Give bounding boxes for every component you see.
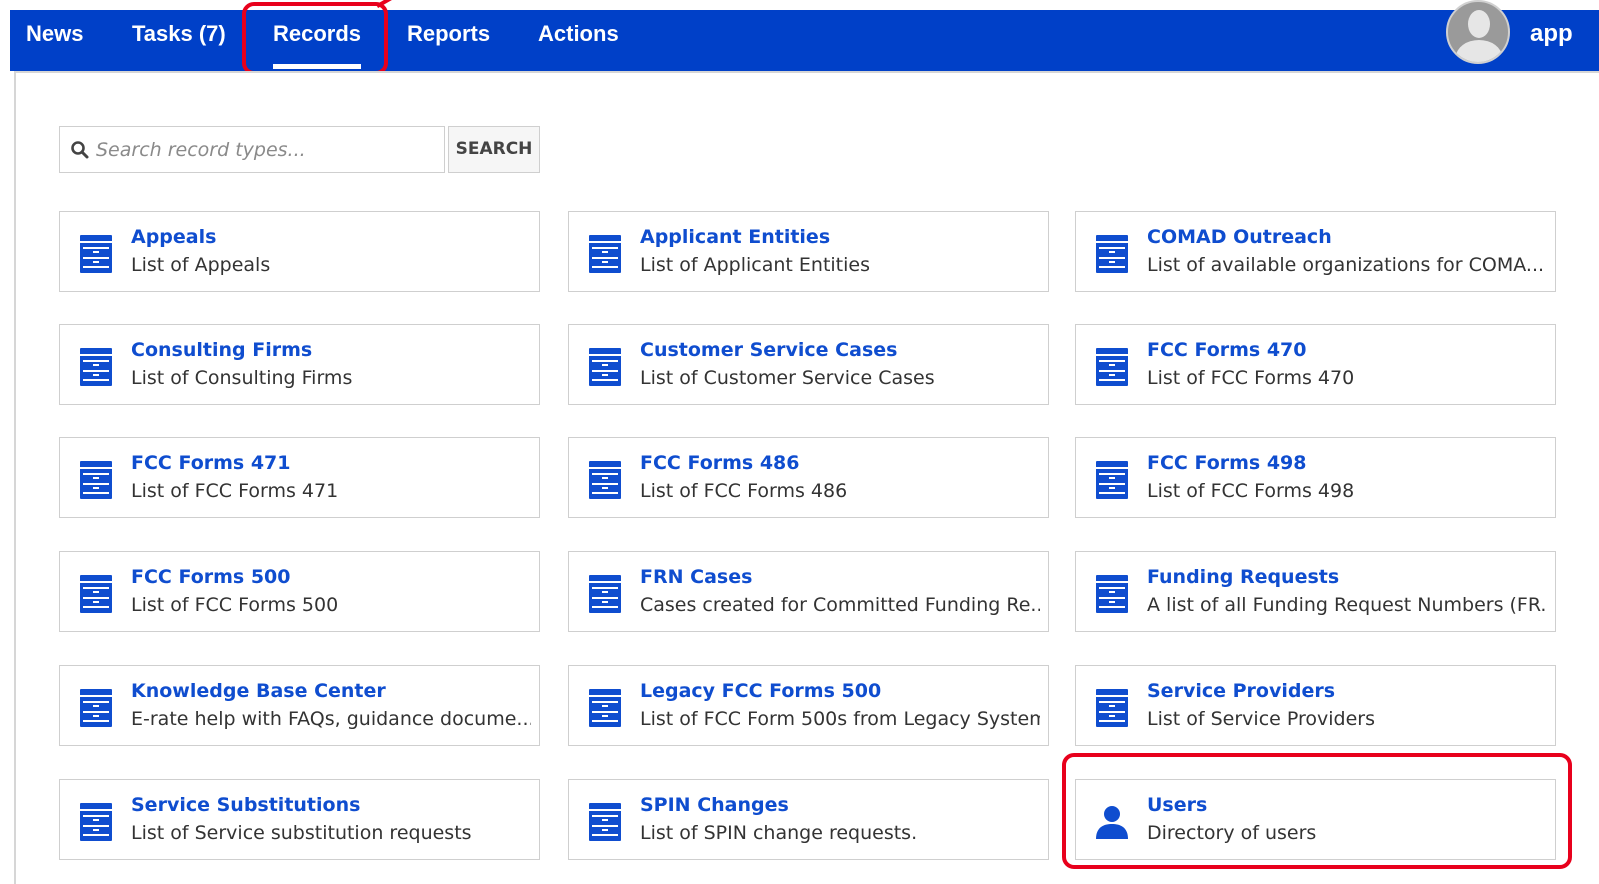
- record-card-title[interactable]: Applicant Entities: [640, 226, 830, 248]
- active-tab-underline: [273, 64, 362, 69]
- record-card-customer-service-cases[interactable]: Customer Service Cases List of Customer S…: [568, 324, 1049, 405]
- record-card-description: List of Service Providers: [1147, 708, 1375, 730]
- record-card-service-providers[interactable]: Service Providers List of Service Provide…: [1075, 665, 1556, 746]
- tab-news[interactable]: News: [26, 10, 83, 71]
- record-card-title[interactable]: FCC Forms 486: [640, 452, 800, 474]
- record-card-title[interactable]: FRN Cases: [640, 566, 752, 588]
- record-card-description: List of Applicant Entities: [640, 254, 870, 276]
- record-card-description: A list of all Funding Request Numbers (F…: [1147, 594, 1547, 616]
- record-card-description: List of available organizations for COMA…: [1147, 254, 1545, 276]
- record-card-title[interactable]: FCC Forms 500: [131, 566, 291, 588]
- record-card-fcc-forms-500[interactable]: FCC Forms 500 List of FCC Forms 500: [59, 551, 540, 632]
- record-card-title[interactable]: FCC Forms 470: [1147, 339, 1307, 361]
- record-card-description: List of FCC Forms 500: [131, 594, 339, 616]
- record-card-fcc-forms-471[interactable]: FCC Forms 471 List of FCC Forms 471: [59, 437, 540, 518]
- user-avatar[interactable]: [1446, 0, 1510, 64]
- filing-cabinet-icon: [589, 575, 621, 613]
- record-card-title[interactable]: FCC Forms 471: [131, 452, 291, 474]
- record-card-users[interactable]: Users Directory of users: [1075, 779, 1556, 860]
- search-box: [59, 126, 445, 173]
- tab-reports[interactable]: Reports: [407, 10, 490, 71]
- record-card-description: List of FCC Form 500s from Legacy System: [640, 708, 1040, 730]
- record-card-title[interactable]: Funding Requests: [1147, 566, 1339, 588]
- record-card-description: List of Appeals: [131, 254, 271, 276]
- filing-cabinet-icon: [589, 689, 621, 727]
- filing-cabinet-icon: [80, 689, 112, 727]
- record-card-funding-requests[interactable]: Funding Requests A list of all Funding Re…: [1075, 551, 1556, 632]
- record-card-title[interactable]: Service Providers: [1147, 680, 1335, 702]
- record-card-service-substitutions[interactable]: Service Substitutions List of Service sub…: [59, 779, 540, 860]
- record-card-description: List of Service substitution requests: [131, 822, 472, 844]
- record-card-description: List of FCC Forms 470: [1147, 367, 1355, 389]
- record-card-spin-changes[interactable]: SPIN Changes List of SPIN change requests…: [568, 779, 1049, 860]
- record-card-description: List of FCC Forms 471: [131, 480, 339, 502]
- tab-tasks[interactable]: Tasks (7): [132, 10, 226, 71]
- record-card-title[interactable]: FCC Forms 498: [1147, 452, 1307, 474]
- filing-cabinet-icon: [80, 348, 112, 386]
- record-card-title[interactable]: Legacy FCC Forms 500: [640, 680, 881, 702]
- record-card-title[interactable]: Service Substitutions: [131, 794, 360, 816]
- app-brand-logo[interactable]: app: [1530, 10, 1573, 58]
- tab-news-label: News: [26, 21, 84, 46]
- top-nav-bar: News Tasks (7) Records Reports Actions a…: [10, 0, 1599, 71]
- record-card-description: Cases created for Committed Funding Re..…: [640, 594, 1040, 616]
- tab-records[interactable]: Records: [273, 10, 362, 71]
- user-icon: [1096, 803, 1128, 841]
- filing-cabinet-icon: [1096, 461, 1128, 499]
- record-card-fcc-forms-498[interactable]: FCC Forms 498 List of FCC Forms 498: [1075, 437, 1556, 518]
- record-card-title[interactable]: Users: [1147, 794, 1207, 816]
- filing-cabinet-icon: [80, 461, 112, 499]
- tab-tasks-label: Tasks (7): [132, 21, 226, 46]
- record-card-comad-outreach[interactable]: COMAD Outreach List of available organiza…: [1075, 211, 1556, 292]
- avatar-shoulders-shape: [1456, 40, 1502, 62]
- filing-cabinet-icon: [589, 235, 621, 273]
- filing-cabinet-icon: [80, 803, 112, 841]
- avatar-head-shape: [1468, 10, 1490, 38]
- record-card-legacy-fcc-forms-500[interactable]: Legacy FCC Forms 500 List of FCC Form 500…: [568, 665, 1049, 746]
- tab-reports-label: Reports: [407, 21, 491, 46]
- record-card-knowledge-base-center[interactable]: Knowledge Base Center E-rate help with FA…: [59, 665, 540, 746]
- record-card-title[interactable]: Appeals: [131, 226, 216, 248]
- record-card-consulting-firms[interactable]: Consulting Firms List of Consulting Firms: [59, 324, 540, 405]
- record-card-description: List of Consulting Firms: [131, 367, 353, 389]
- record-card-description: E-rate help with FAQs, guidance docume..…: [131, 708, 531, 730]
- record-card-fcc-forms-486[interactable]: FCC Forms 486 List of FCC Forms 486: [568, 437, 1049, 518]
- record-card-frn-cases[interactable]: FRN Cases Cases created for Committed Fun…: [568, 551, 1049, 632]
- filing-cabinet-icon: [589, 803, 621, 841]
- record-card-description: List of SPIN change requests.: [640, 822, 918, 844]
- tab-actions-label: Actions: [538, 21, 619, 46]
- filing-cabinet-icon: [1096, 348, 1128, 386]
- filing-cabinet-icon: [589, 461, 621, 499]
- search-icon: [71, 141, 89, 159]
- tab-actions[interactable]: Actions: [538, 10, 619, 71]
- search-button[interactable]: SEARCH: [448, 126, 540, 173]
- filing-cabinet-icon: [80, 235, 112, 273]
- record-card-description: List of FCC Forms 486: [640, 480, 848, 502]
- record-card-applicant-entities[interactable]: Applicant Entities List of Applicant Enti…: [568, 211, 1049, 292]
- filing-cabinet-icon: [1096, 689, 1128, 727]
- record-card-description: List of Customer Service Cases: [640, 367, 935, 389]
- record-card-description: Directory of users: [1147, 822, 1317, 844]
- record-card-title[interactable]: COMAD Outreach: [1147, 226, 1332, 248]
- record-card-title[interactable]: Consulting Firms: [131, 339, 312, 361]
- search-input[interactable]: [96, 128, 440, 171]
- record-card-title[interactable]: Knowledge Base Center: [131, 680, 386, 702]
- filing-cabinet-icon: [589, 348, 621, 386]
- filing-cabinet-icon: [80, 575, 112, 613]
- record-card-description: List of FCC Forms 498: [1147, 480, 1355, 502]
- record-card-appeals[interactable]: Appeals List of Appeals: [59, 211, 540, 292]
- tab-records-label: Records: [273, 21, 362, 46]
- record-card-title[interactable]: SPIN Changes: [640, 794, 789, 816]
- filing-cabinet-icon: [1096, 235, 1128, 273]
- record-card-title[interactable]: Customer Service Cases: [640, 339, 897, 361]
- filing-cabinet-icon: [1096, 575, 1128, 613]
- record-card-fcc-forms-470[interactable]: FCC Forms 470 List of FCC Forms 470: [1075, 324, 1556, 405]
